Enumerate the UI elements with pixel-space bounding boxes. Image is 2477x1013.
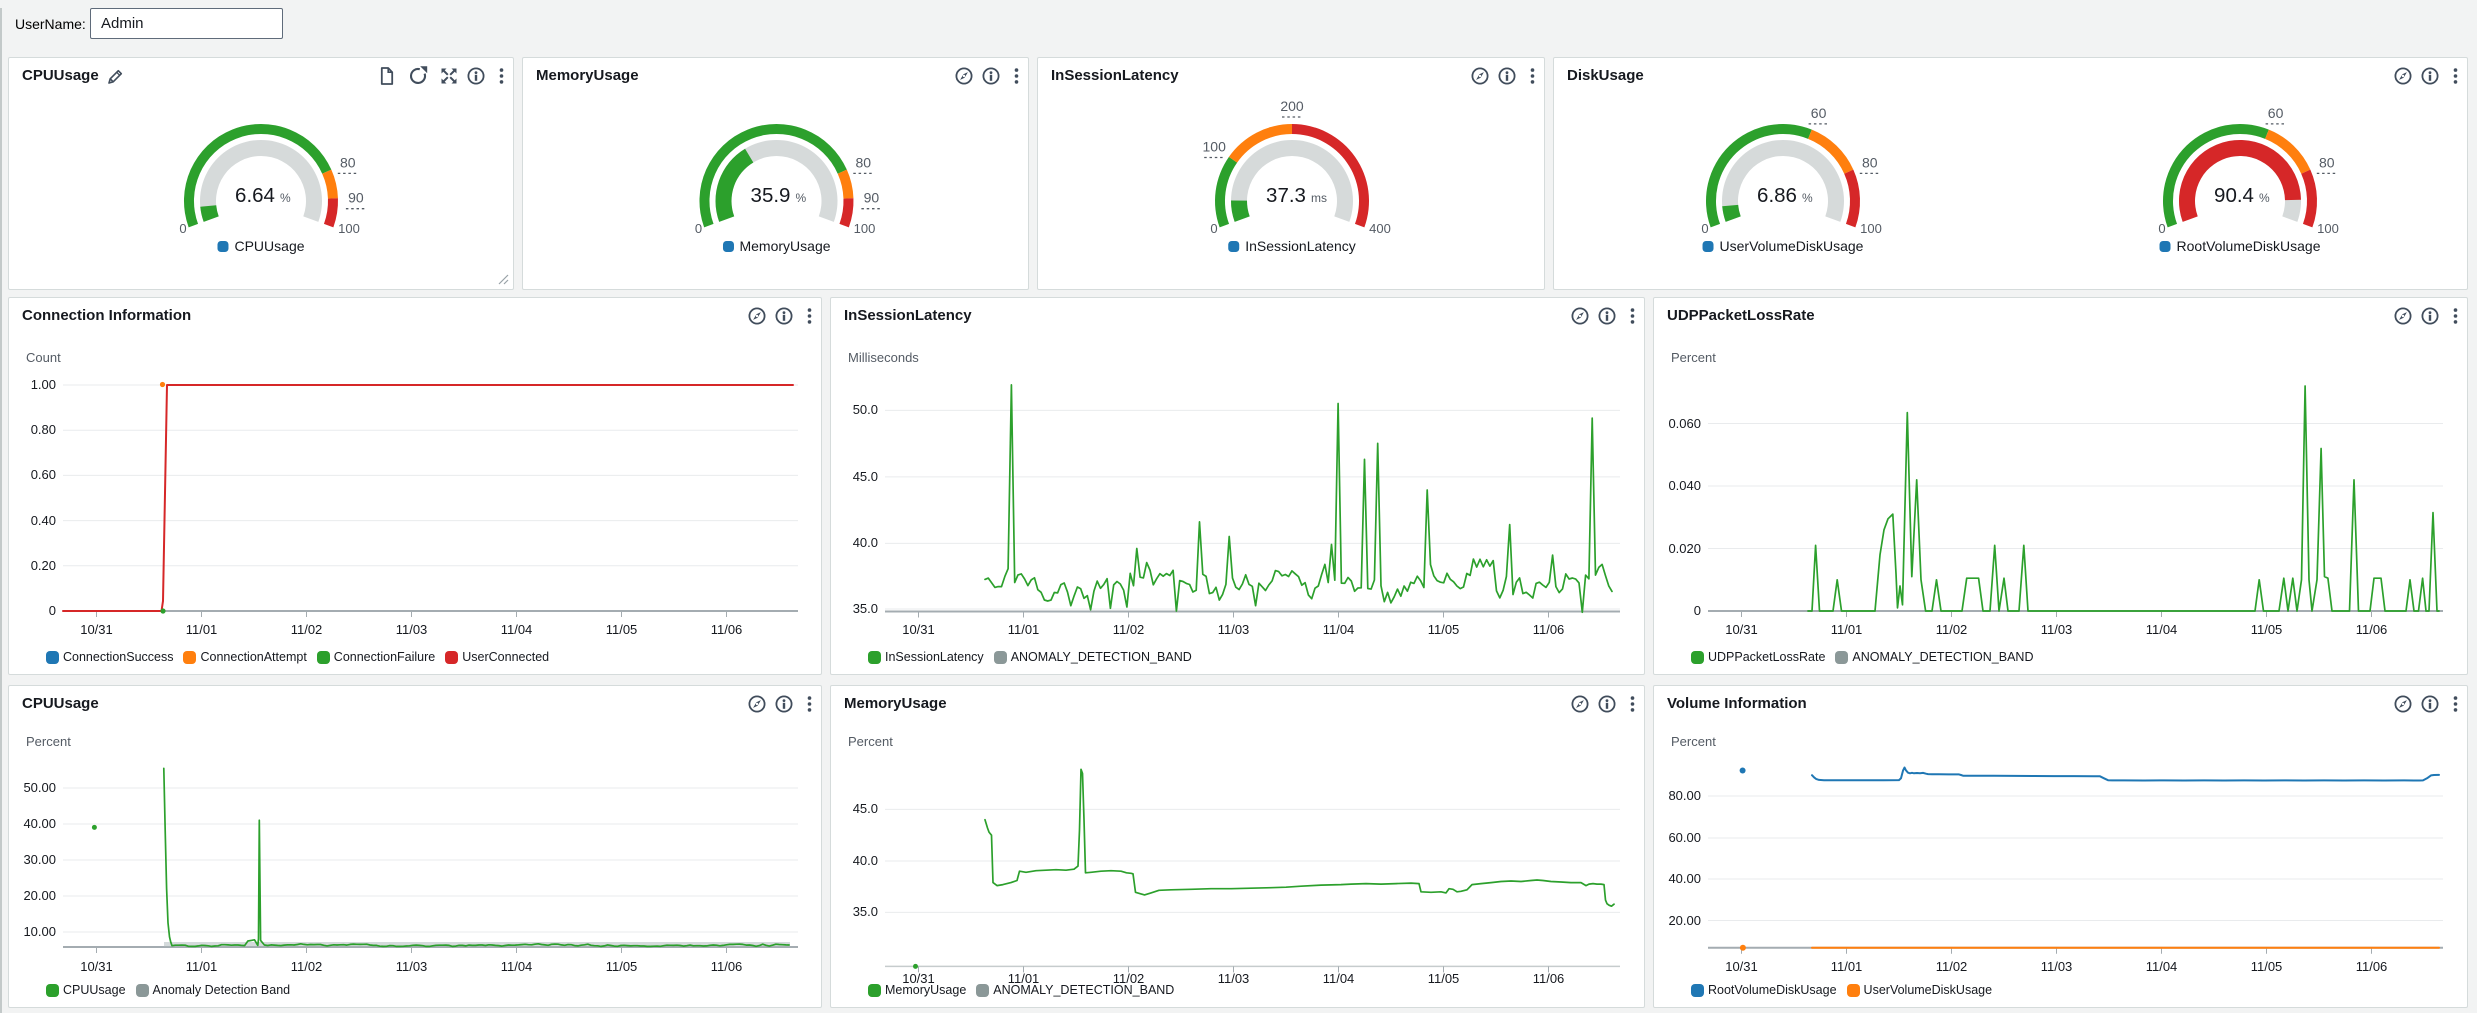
svg-text:60: 60 bbox=[2268, 105, 2284, 121]
svg-text:200: 200 bbox=[1280, 98, 1304, 114]
svg-text:%: % bbox=[796, 191, 807, 205]
svg-text:80: 80 bbox=[856, 154, 872, 170]
svg-text:80: 80 bbox=[2319, 154, 2335, 170]
svg-text:400: 400 bbox=[1369, 221, 1391, 236]
svg-text:0: 0 bbox=[695, 221, 702, 236]
svg-text:100: 100 bbox=[2317, 221, 2339, 236]
svg-text:60: 60 bbox=[1811, 105, 1827, 121]
svg-text:%: % bbox=[280, 191, 291, 205]
svg-text:%: % bbox=[1802, 191, 1813, 205]
svg-text:6.86: 6.86 bbox=[1757, 184, 1797, 207]
svg-text:100: 100 bbox=[1203, 139, 1227, 155]
svg-text:100: 100 bbox=[854, 221, 876, 236]
svg-text:0: 0 bbox=[1210, 221, 1217, 236]
svg-text:0: 0 bbox=[1701, 221, 1708, 236]
svg-text:35.9: 35.9 bbox=[751, 184, 791, 207]
svg-text:37.3: 37.3 bbox=[1266, 184, 1306, 207]
svg-text:90.4: 90.4 bbox=[2214, 184, 2254, 207]
svg-text:90: 90 bbox=[864, 190, 880, 206]
svg-text:100: 100 bbox=[1860, 221, 1882, 236]
svg-text:80: 80 bbox=[340, 154, 356, 170]
svg-text:ms: ms bbox=[1311, 191, 1327, 205]
svg-text:%: % bbox=[2259, 191, 2270, 205]
svg-text:90: 90 bbox=[348, 190, 364, 206]
svg-text:0: 0 bbox=[2158, 221, 2165, 236]
svg-text:100: 100 bbox=[338, 221, 360, 236]
svg-text:80: 80 bbox=[1862, 154, 1878, 170]
svg-text:0: 0 bbox=[179, 221, 186, 236]
svg-text:6.64: 6.64 bbox=[235, 184, 275, 207]
